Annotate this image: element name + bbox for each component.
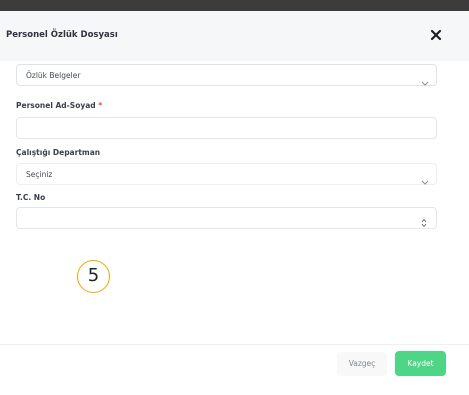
- chevron-down-icon: [421, 171, 429, 190]
- tc-no-label: T.C. No: [16, 193, 46, 202]
- cancel-button[interactable]: Vazgeç: [337, 352, 387, 376]
- required-mark: *: [98, 101, 103, 110]
- full-name-label: Personel Ad-Soyad *: [16, 101, 103, 110]
- chevron-down-icon: [421, 72, 429, 91]
- save-button[interactable]: Kaydet: [395, 351, 446, 376]
- step-number-badge: 5: [77, 260, 110, 293]
- department-value: Seçiniz: [26, 170, 53, 179]
- full-name-input[interactable]: [16, 117, 437, 139]
- window-top-bar: [0, 0, 469, 11]
- department-label: Çalıştığı Departman: [16, 148, 101, 157]
- department-select[interactable]: Seçiniz: [16, 163, 437, 185]
- document-type-select[interactable]: Özlük Belgeler: [16, 64, 437, 86]
- close-icon[interactable]: [428, 27, 444, 43]
- tc-no-input[interactable]: [16, 207, 437, 229]
- dialog-title: Personel Özlük Dosyası: [6, 30, 118, 40]
- number-spinner-icon[interactable]: [421, 213, 427, 232]
- footer-divider: [0, 344, 469, 345]
- document-type-value: Özlük Belgeler: [26, 71, 81, 80]
